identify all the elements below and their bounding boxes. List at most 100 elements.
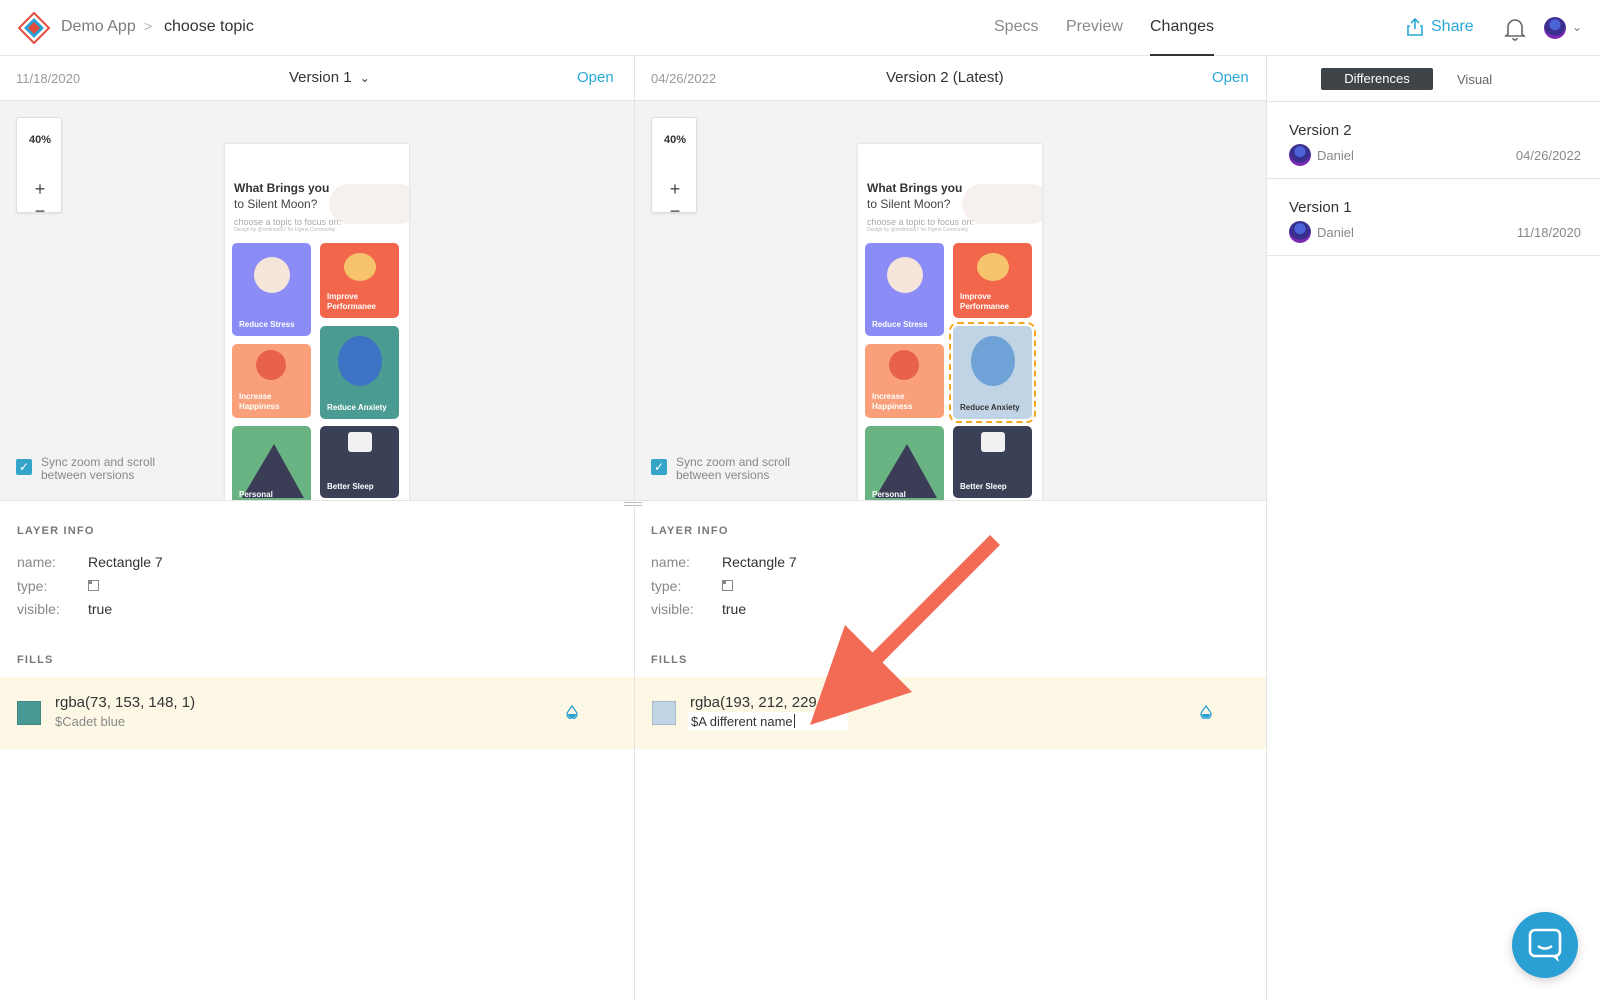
version-author: Daniel	[1317, 225, 1354, 240]
left-canvas[interactable]: 40% + − What Brings you to Silent Moon? …	[0, 101, 634, 501]
opacity-drop-icon[interactable]	[1199, 705, 1213, 719]
card-personal[interactable]: Personal	[232, 426, 311, 501]
zoom-out-button[interactable]: −	[17, 202, 63, 220]
layer-name-value: Rectangle 7	[722, 554, 797, 570]
resize-handle-icon[interactable]	[624, 502, 642, 506]
layer-name-key: name:	[17, 554, 56, 570]
version-select-label: Version 1	[289, 69, 352, 86]
right-version-date: 04/26/2022	[651, 71, 717, 86]
calm-woman-icon	[971, 336, 1015, 386]
zoom-in-button[interactable]: +	[652, 179, 698, 200]
happy-people-icon	[889, 350, 919, 380]
left-open-link[interactable]: Open	[577, 69, 614, 86]
fills-title: FILLS	[651, 654, 688, 666]
card-better-sleep[interactable]: Better Sleep	[953, 426, 1032, 498]
version-list-item[interactable]: Version 1 Daniel 11/18/2020	[1267, 179, 1600, 256]
share-icon	[1407, 18, 1423, 36]
breadcrumb-page: choose topic	[164, 18, 254, 35]
zoom-level: 40%	[28, 134, 52, 146]
happy-people-icon	[256, 350, 286, 380]
sync-zoom-label: Sync zoom and scroll between versions	[676, 455, 791, 482]
tab-specs[interactable]: Specs	[994, 18, 1038, 36]
right-open-link[interactable]: Open	[1212, 69, 1249, 86]
artboard-preview-v2[interactable]: What Brings you to Silent Moon? choose a…	[858, 144, 1042, 501]
card-label: Increase Happiness	[239, 392, 280, 411]
card-reduce-stress[interactable]: Reduce Stress	[232, 243, 311, 336]
app-logo-icon[interactable]	[18, 12, 50, 44]
color-name-input[interactable]: $A different name	[688, 712, 848, 730]
artboard-preview-v1[interactable]: What Brings you to Silent Moon? choose a…	[225, 144, 409, 501]
rectangle-type-icon	[722, 580, 733, 591]
opacity-drop-icon[interactable]	[565, 705, 579, 719]
user-avatar[interactable]	[1544, 17, 1566, 39]
card-improve-performance[interactable]: Improve Performanee	[953, 243, 1032, 318]
version-date: 04/26/2022	[1515, 148, 1581, 163]
calm-woman-icon	[338, 336, 382, 386]
layer-visible-key: visible:	[17, 601, 60, 617]
version-title: Version 2	[1289, 122, 1352, 139]
card-reduce-stress[interactable]: Reduce Stress	[865, 243, 944, 336]
tab-changes[interactable]: Changes	[1150, 18, 1214, 36]
artboard-subtitle: choose a topic to focus on:	[234, 217, 342, 227]
sync-zoom-option[interactable]: ✓ Sync zoom and scroll between versions	[16, 456, 181, 482]
zoom-in-button[interactable]: +	[17, 179, 63, 200]
checkbox-checked-icon[interactable]: ✓	[651, 459, 667, 475]
right-canvas[interactable]: 40% + − What Brings you to Silent Moon? …	[635, 101, 1266, 501]
rectangle-type-icon	[88, 580, 99, 591]
layer-visible-value: true	[88, 601, 113, 617]
fill-color-swatch[interactable]	[17, 701, 41, 725]
right-version-bar: 04/26/2022 Version 2 (Latest) Open	[635, 56, 1266, 101]
fill-color-swatch[interactable]	[652, 701, 676, 725]
card-increase-happiness[interactable]: Increase Happiness	[232, 344, 311, 418]
chat-support-button[interactable]	[1512, 912, 1578, 978]
zoom-out-button[interactable]: −	[652, 202, 698, 220]
card-better-sleep[interactable]: Better Sleep	[320, 426, 399, 498]
working-person-icon	[977, 253, 1009, 281]
version-list-item[interactable]: Version 2 Daniel 04/26/2022	[1267, 102, 1600, 179]
color-name-input-value: $A different name	[691, 714, 793, 729]
notifications-bell-icon[interactable]	[1504, 17, 1526, 41]
artboard-subtitle: choose a topic to focus on:	[867, 217, 975, 227]
card-label: Increase Happiness	[872, 392, 913, 411]
sync-zoom-label: Sync zoom and scroll between versions	[41, 455, 156, 482]
tab-preview[interactable]: Preview	[1066, 18, 1123, 36]
sleeping-person-icon	[981, 432, 1005, 452]
breadcrumb-separator-icon: >	[144, 18, 153, 34]
chevron-down-icon[interactable]: ⌄	[1572, 20, 1582, 34]
right-fill-row[interactable]: rgba(193, 212, 229 $A different name	[635, 677, 1266, 749]
version-author: Daniel	[1317, 148, 1354, 163]
avatar	[1289, 221, 1311, 243]
meditating-person-icon	[254, 257, 290, 293]
fill-value: rgba(193, 212, 229	[690, 694, 817, 711]
artboard-title-line2: to Silent Moon?	[867, 197, 951, 211]
left-fill-row[interactable]: rgba(73, 153, 148, 1) $Cadet blue	[0, 677, 634, 749]
card-reduce-anxiety-changed[interactable]: Reduce Anxiety	[949, 322, 1036, 423]
left-version-bar: 11/18/2020 Version 1 ⌄ Open	[0, 56, 634, 101]
avatar	[1289, 144, 1311, 166]
checkbox-checked-icon[interactable]: ✓	[16, 459, 32, 475]
card-label: Reduce Stress	[872, 320, 928, 329]
card-personal[interactable]: Personal	[865, 426, 944, 501]
top-bar: Demo App > choose topic Specs Preview Ch…	[0, 0, 1600, 56]
version-history-panel: Differences Visual Version 2 Daniel 04/2…	[1266, 56, 1600, 1000]
card-label: Improve Performanee	[960, 292, 1009, 311]
version-select[interactable]: Version 1 ⌄	[289, 69, 370, 86]
sleeping-person-icon	[348, 432, 372, 452]
chat-bubble-icon	[1528, 928, 1562, 962]
card-label: Personal	[872, 490, 906, 499]
fills-title: FILLS	[17, 654, 54, 666]
segment-differences[interactable]: Differences	[1321, 68, 1433, 90]
segment-visual[interactable]: Visual	[1457, 72, 1492, 87]
card-improve-performance[interactable]: Improve Performanee	[320, 243, 399, 318]
card-increase-happiness[interactable]: Increase Happiness	[865, 344, 944, 418]
layer-visible-value: true	[722, 601, 747, 617]
share-label: Share	[1431, 18, 1474, 35]
sync-zoom-option[interactable]: ✓ Sync zoom and scroll between versions	[651, 456, 816, 482]
version-title: Version 1	[1289, 199, 1352, 216]
layer-info-title: LAYER INFO	[651, 525, 729, 537]
layer-type-key: type:	[651, 578, 682, 594]
layer-info-title: LAYER INFO	[17, 525, 95, 537]
share-button[interactable]: Share	[1407, 18, 1474, 36]
breadcrumb-app[interactable]: Demo App	[61, 18, 136, 36]
card-reduce-anxiety[interactable]: Reduce Anxiety	[320, 326, 399, 419]
